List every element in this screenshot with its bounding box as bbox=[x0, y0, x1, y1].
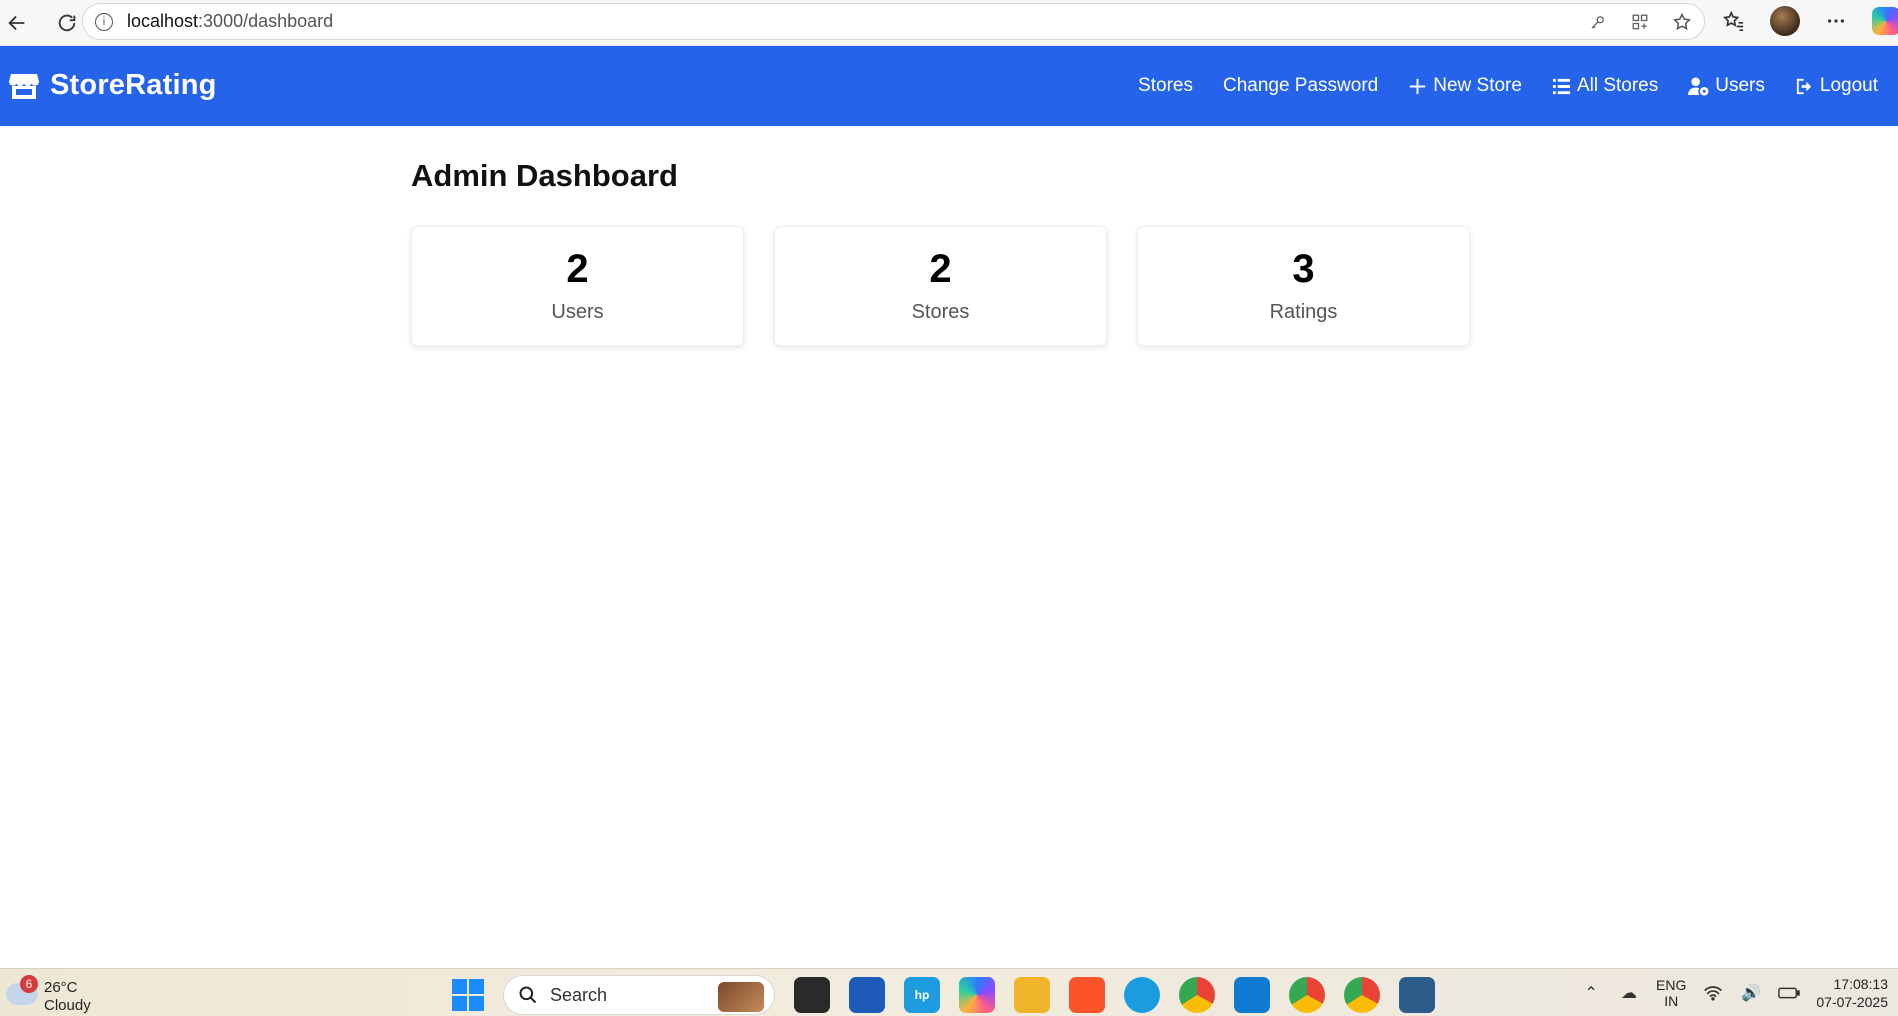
nav-stores[interactable]: Stores bbox=[1138, 75, 1193, 97]
stat-value: 2 bbox=[929, 246, 952, 291]
stat-value: 3 bbox=[1292, 246, 1315, 291]
logout-icon bbox=[1796, 78, 1812, 94]
plus-icon bbox=[1410, 78, 1426, 94]
brave-browser-icon[interactable] bbox=[1069, 977, 1105, 1013]
taskbar: 6 26°C Cloudy Search hp ⌃ ☁ ENG IN 🔊 17:… bbox=[0, 968, 1898, 1016]
brand[interactable]: StoreRating bbox=[8, 69, 217, 102]
wifi-icon[interactable] bbox=[1702, 982, 1724, 1004]
system-clock[interactable]: 17:08:13 07-07-2025 bbox=[1816, 975, 1888, 1011]
user-gear-icon bbox=[1688, 76, 1709, 96]
cloud-icon: 6 bbox=[6, 975, 38, 1005]
stats-cards: 2 Users 2 Stores 3 Ratings bbox=[411, 226, 1470, 346]
battery-icon[interactable] bbox=[1778, 982, 1801, 1004]
edge-browser-icon[interactable] bbox=[1124, 977, 1160, 1013]
back-arrow-icon[interactable] bbox=[0, 6, 34, 40]
stat-label: Users bbox=[551, 300, 604, 323]
weather-condition: Cloudy bbox=[44, 997, 91, 1014]
language-indicator[interactable]: ENG IN bbox=[1656, 977, 1686, 1009]
store-app-icon[interactable] bbox=[849, 977, 885, 1013]
copilot-app-icon[interactable] bbox=[959, 977, 995, 1013]
address-bar[interactable]: i localhost:3000/dashboard bbox=[82, 3, 1705, 40]
weather-widget[interactable]: 6 26°C Cloudy bbox=[6, 975, 91, 1015]
app-navbar: StoreRating Stores Change Password New S… bbox=[0, 46, 1898, 126]
taskbar-search[interactable]: Search bbox=[503, 975, 775, 1015]
chevron-up-icon[interactable]: ⌃ bbox=[1580, 982, 1602, 1004]
search-icon bbox=[519, 986, 537, 1004]
site-info-icon[interactable]: i bbox=[95, 12, 113, 31]
app-install-icon[interactable] bbox=[1628, 10, 1652, 34]
favorite-star-icon[interactable] bbox=[1670, 10, 1694, 34]
search-highlight-image bbox=[718, 982, 764, 1012]
mysql-workbench-icon[interactable] bbox=[1399, 977, 1435, 1013]
store-icon bbox=[9, 73, 39, 99]
profile-avatar[interactable] bbox=[1770, 6, 1800, 36]
stat-value: 2 bbox=[566, 246, 589, 291]
stat-card-stores: 2 Stores bbox=[774, 226, 1107, 346]
stat-card-users: 2 Users bbox=[411, 226, 744, 346]
stat-label: Ratings bbox=[1269, 300, 1338, 323]
notification-badge: 6 bbox=[20, 975, 38, 993]
file-explorer-icon[interactable] bbox=[1014, 977, 1050, 1013]
stat-card-ratings: 3 Ratings bbox=[1137, 226, 1470, 346]
task-view-icon[interactable] bbox=[794, 977, 830, 1013]
copilot-icon[interactable] bbox=[1872, 7, 1898, 35]
key-icon[interactable] bbox=[1586, 10, 1610, 34]
nav-new-store[interactable]: New Store bbox=[1408, 75, 1522, 97]
nav-all-stores[interactable]: All Stores bbox=[1552, 75, 1658, 97]
reload-icon[interactable] bbox=[50, 6, 84, 40]
myhp-app-icon[interactable]: hp bbox=[904, 977, 940, 1013]
page-title: Admin Dashboard bbox=[411, 158, 678, 193]
chrome-icon[interactable] bbox=[1179, 977, 1215, 1013]
browser-toolbar: i localhost:3000/dashboard bbox=[0, 0, 1898, 46]
nav-users[interactable]: Users bbox=[1688, 75, 1765, 97]
stat-label: Stores bbox=[911, 300, 970, 323]
vscode-icon[interactable] bbox=[1234, 977, 1270, 1013]
chrome-profile-icon[interactable] bbox=[1289, 977, 1325, 1013]
nav-change-password[interactable]: Change Password bbox=[1223, 75, 1378, 97]
windows-start-icon[interactable] bbox=[452, 979, 484, 1011]
list-icon bbox=[1552, 78, 1570, 94]
cloud-sync-error-icon[interactable]: ☁ bbox=[1618, 982, 1640, 1004]
url-text: localhost:3000/dashboard bbox=[127, 11, 334, 31]
favorites-list-icon[interactable] bbox=[1720, 7, 1748, 35]
chrome-profile-a-icon[interactable] bbox=[1344, 977, 1380, 1013]
volume-icon[interactable]: 🔊 bbox=[1740, 982, 1762, 1004]
brand-name: StoreRating bbox=[50, 69, 217, 101]
temperature: 26°C bbox=[44, 979, 78, 996]
more-options-icon[interactable] bbox=[1822, 7, 1850, 35]
nav-logout[interactable]: Logout bbox=[1795, 75, 1878, 97]
